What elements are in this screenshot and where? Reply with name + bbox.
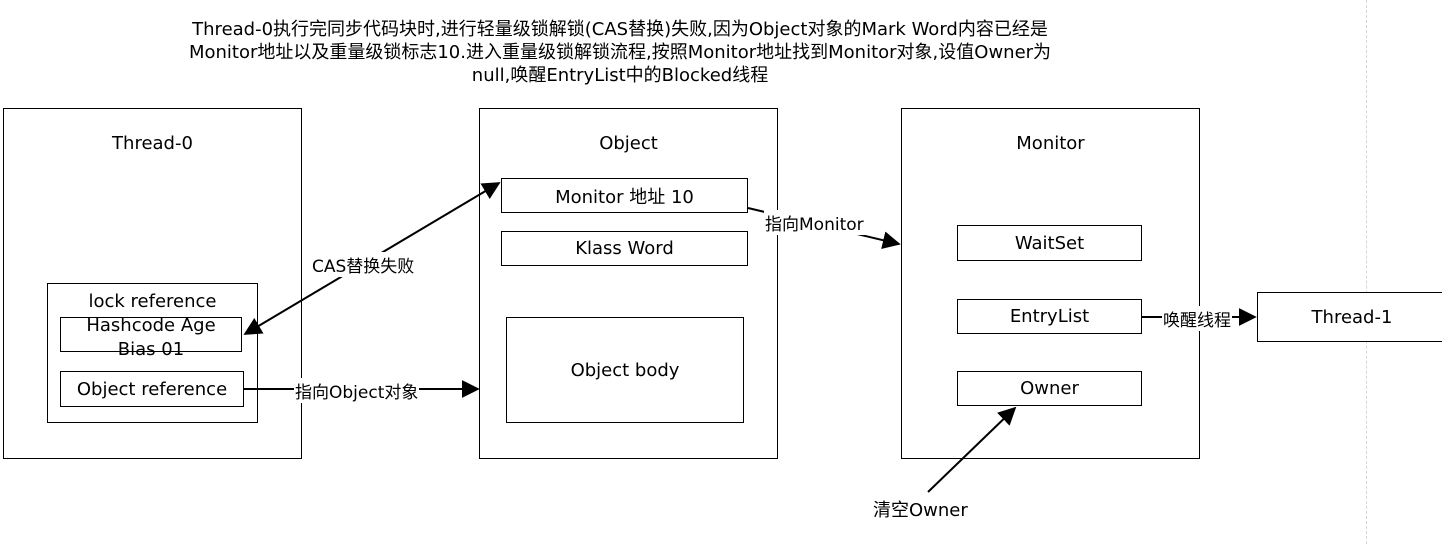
clear-owner-label: 清空Owner	[873, 500, 968, 521]
clear-owner-arrow	[927, 406, 1017, 493]
arrows-layer	[243, 182, 1257, 493]
point-object-label: 指向Object对象	[294, 378, 420, 403]
point-monitor-label: 指向Monitor	[764, 210, 865, 235]
wake-thread-label: 唤醒线程	[1162, 306, 1232, 331]
cas-fail-label: CAS替换失败	[311, 252, 416, 277]
